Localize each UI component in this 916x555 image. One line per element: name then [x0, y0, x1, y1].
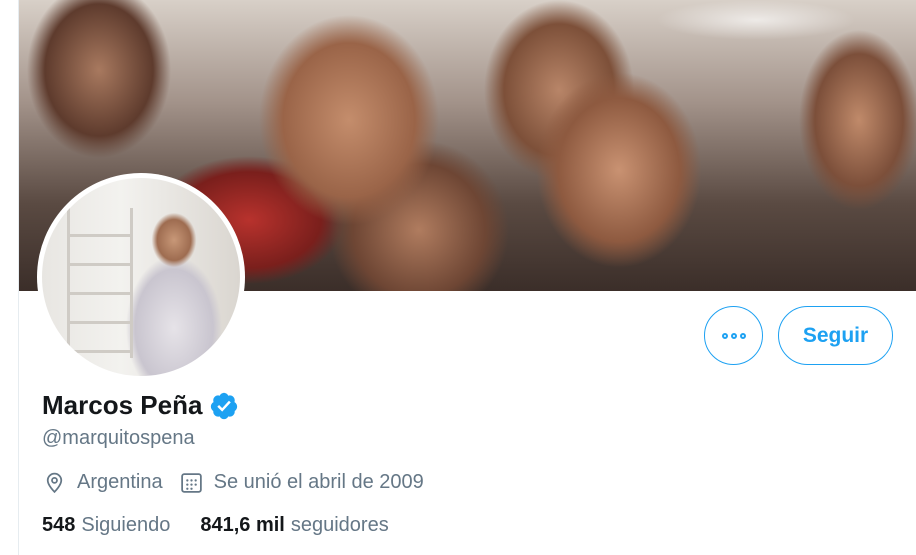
location-pin-icon [46, 472, 63, 494]
left-gutter [0, 0, 19, 555]
followers-stat[interactable]: 841,6 mil seguidores [200, 514, 388, 537]
profile-stats: 548 Siguiendo 841,6 mil seguidores [42, 514, 389, 537]
following-label: Siguiendo [81, 514, 171, 536]
more-options-icon [721, 332, 746, 339]
follow-button[interactable]: Seguir [778, 306, 893, 365]
followers-count: 841,6 mil [200, 514, 285, 536]
following-stat[interactable]: 548 Siguiendo [42, 514, 170, 537]
joined-item: Se unió el abril de 2009 [179, 470, 424, 495]
banner-light [656, 0, 856, 40]
calendar-icon [180, 473, 202, 493]
verified-badge-icon [211, 392, 238, 419]
location-text: Argentina [77, 471, 163, 493]
following-count: 548 [42, 514, 76, 536]
joined-text: Se unió el abril de 2009 [213, 471, 424, 493]
profile-meta: Argentina Se unió el abril de 2009 [42, 470, 424, 495]
profile-name-row: Marcos Peña [42, 390, 239, 421]
avatar[interactable] [37, 173, 245, 381]
avatar-photo [42, 178, 240, 376]
followers-label: seguidores [290, 514, 389, 536]
more-options-button[interactable] [704, 306, 763, 365]
avatar-shelf [67, 208, 133, 358]
profile-handle: @marquitospena [42, 427, 195, 449]
profile-name: Marcos Peña [42, 390, 203, 420]
location-item: Argentina [42, 470, 163, 495]
